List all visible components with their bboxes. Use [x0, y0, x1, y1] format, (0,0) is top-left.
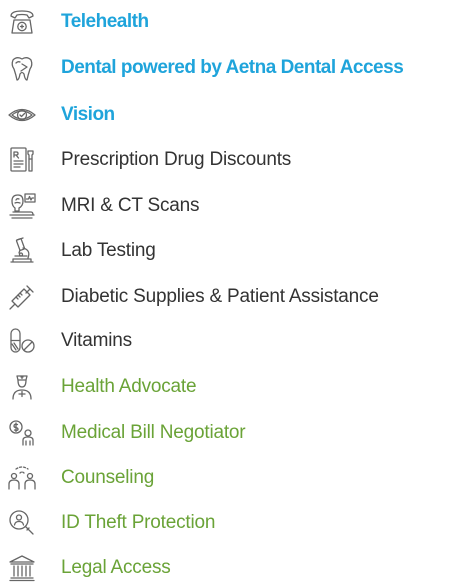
magnifier-person-icon — [0, 503, 44, 543]
list-item-prescription: Prescription Drug Discounts — [0, 140, 454, 180]
telephone-medical-icon — [0, 2, 44, 42]
item-label: Legal Access — [61, 557, 171, 578]
mri-scan-icon — [0, 186, 44, 226]
list-item-id-theft: ID Theft Protection — [0, 503, 454, 543]
list-item-vitamins: Vitamins — [0, 321, 454, 361]
eye-icon — [0, 95, 44, 135]
benefits-list: Telehealth Dental powered by Aetna Denta… — [0, 0, 454, 582]
list-item-dental: Dental powered by Aetna Dental Access — [0, 48, 454, 88]
item-label: Health Advocate — [61, 376, 197, 397]
item-label: Counseling — [61, 467, 155, 488]
list-item-health-advocate: Health Advocate — [0, 367, 454, 407]
item-label: Vitamins — [61, 330, 132, 351]
nurse-icon — [0, 367, 44, 407]
tooth-icon — [0, 48, 44, 88]
list-item-counseling: Counseling — [0, 458, 454, 498]
item-label: ID Theft Protection — [61, 512, 216, 533]
item-label: Vision — [61, 104, 115, 125]
list-item-bill-negotiator: Medical Bill Negotiator — [0, 413, 454, 453]
item-label: Telehealth — [61, 11, 149, 32]
item-label: Dental powered by Aetna Dental Access — [61, 57, 404, 78]
list-item-telehealth: Telehealth — [0, 2, 454, 42]
item-label: Medical Bill Negotiator — [61, 422, 246, 443]
item-label: Diabetic Supplies & Patient Assistance — [61, 286, 379, 307]
item-label: Prescription Drug Discounts — [61, 149, 292, 170]
list-item-lab: Lab Testing — [0, 231, 454, 271]
item-label: Lab Testing — [61, 240, 156, 261]
list-item-legal: Legal Access — [0, 548, 454, 588]
list-item-mri: MRI & CT Scans — [0, 186, 454, 226]
counseling-icon — [0, 458, 44, 498]
item-label: MRI & CT Scans — [61, 195, 200, 216]
courthouse-icon — [0, 548, 44, 588]
list-item-vision: Vision — [0, 95, 454, 135]
prescription-icon — [0, 140, 44, 180]
bill-negotiator-icon — [0, 413, 44, 453]
pills-icon — [0, 321, 44, 361]
list-item-diabetic: Diabetic Supplies & Patient Assistance — [0, 277, 454, 317]
microscope-icon — [0, 231, 44, 271]
syringe-icon — [0, 277, 44, 317]
